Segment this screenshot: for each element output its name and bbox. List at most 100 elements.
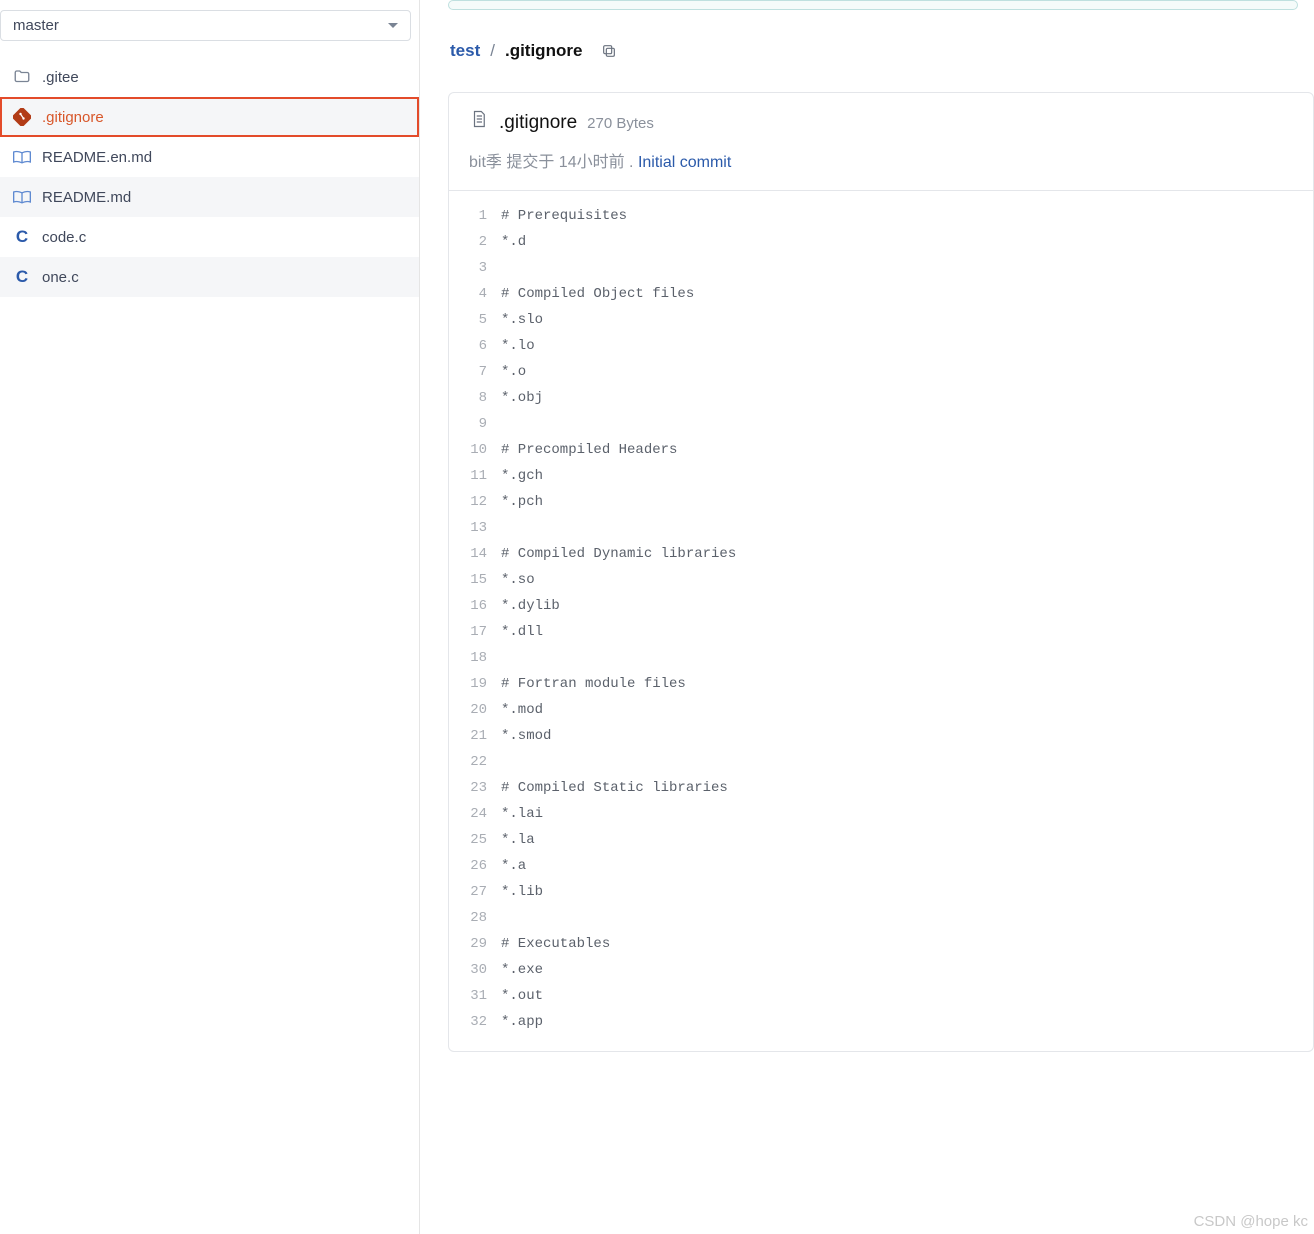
line-number: 16 — [449, 593, 487, 619]
line-number: 21 — [449, 723, 487, 749]
code-line: *.dylib — [501, 593, 1313, 619]
line-number: 20 — [449, 697, 487, 723]
line-number: 8 — [449, 385, 487, 411]
breadcrumb: test / .gitignore — [450, 38, 1314, 64]
line-number: 32 — [449, 1009, 487, 1035]
code-line — [501, 905, 1313, 931]
book-icon — [12, 147, 32, 167]
code-line: # Compiled Static libraries — [501, 775, 1313, 801]
code-line: *.dll — [501, 619, 1313, 645]
line-number: 1 — [449, 203, 487, 229]
line-number: 30 — [449, 957, 487, 983]
file-view-box: .gitignore 270 Bytes bit季 提交于 14小时前 . In… — [448, 92, 1314, 1052]
line-number: 24 — [449, 801, 487, 827]
line-number: 18 — [449, 645, 487, 671]
file-item-label: .gitignore — [42, 109, 104, 126]
line-number: 7 — [449, 359, 487, 385]
line-number: 11 — [449, 463, 487, 489]
code-line — [501, 255, 1313, 281]
code-content[interactable]: # Prerequisites*.d # Compiled Object fil… — [501, 203, 1313, 1035]
commit-author: bit季 — [469, 154, 502, 171]
line-number: 25 — [449, 827, 487, 853]
code-line: # Fortran module files — [501, 671, 1313, 697]
folder-icon — [12, 67, 32, 87]
code-line: # Prerequisites — [501, 203, 1313, 229]
file-item-one-c[interactable]: C one.c — [0, 257, 419, 297]
file-icon — [469, 109, 489, 129]
code-line: # Compiled Object files — [501, 281, 1313, 307]
code-line: *.o — [501, 359, 1313, 385]
file-item-label: README.en.md — [42, 149, 152, 166]
line-number: 15 — [449, 567, 487, 593]
code-line — [501, 749, 1313, 775]
code-line: *.out — [501, 983, 1313, 1009]
code-viewer: 1234567891011121314151617181920212223242… — [449, 191, 1313, 1051]
file-item-label: README.md — [42, 189, 131, 206]
code-line: *.a — [501, 853, 1313, 879]
breadcrumb-sep: / — [490, 41, 495, 61]
line-number: 2 — [449, 229, 487, 255]
file-item-gitee[interactable]: .gitee — [0, 57, 419, 97]
line-number: 10 — [449, 437, 487, 463]
c-file-icon: C — [12, 267, 32, 287]
file-item-label: code.c — [42, 229, 86, 246]
code-line — [501, 515, 1313, 541]
file-item-gitignore[interactable]: .gitignore — [0, 97, 419, 137]
file-item-label: .gitee — [42, 69, 79, 86]
branch-name: master — [13, 17, 59, 34]
code-line: *.exe — [501, 957, 1313, 983]
line-number: 27 — [449, 879, 487, 905]
code-line: *.lib — [501, 879, 1313, 905]
line-number: 26 — [449, 853, 487, 879]
line-number: 29 — [449, 931, 487, 957]
line-number: 14 — [449, 541, 487, 567]
watermark: CSDN @hope kc — [1194, 1213, 1308, 1230]
code-line: *.mod — [501, 697, 1313, 723]
copy-path-button[interactable] — [596, 38, 622, 64]
line-number: 6 — [449, 333, 487, 359]
file-item-readme-en[interactable]: README.en.md — [0, 137, 419, 177]
file-view-header: .gitignore 270 Bytes — [449, 93, 1313, 142]
file-list: .gitee .gitignore README.en.md README.md — [0, 57, 419, 297]
commit-message-link[interactable]: Initial commit — [638, 154, 731, 171]
content-panel: test / .gitignore .gitignore 270 Bytes b… — [420, 0, 1314, 1234]
branch-selector[interactable]: master — [0, 10, 411, 41]
breadcrumb-current: .gitignore — [505, 41, 582, 61]
code-line: # Compiled Dynamic libraries — [501, 541, 1313, 567]
code-line — [501, 411, 1313, 437]
code-line: *.d — [501, 229, 1313, 255]
code-line: *.obj — [501, 385, 1313, 411]
code-line: # Precompiled Headers — [501, 437, 1313, 463]
file-item-label: one.c — [42, 269, 79, 286]
code-line: *.pch — [501, 489, 1313, 515]
commit-time: 提交于 14小时前 . — [506, 154, 633, 171]
info-banner — [448, 0, 1298, 10]
code-line: *.lai — [501, 801, 1313, 827]
file-item-code-c[interactable]: C code.c — [0, 217, 419, 257]
line-number: 23 — [449, 775, 487, 801]
file-tree-panel: master .gitee .gitignore README.en — [0, 0, 420, 1234]
line-number: 3 — [449, 255, 487, 281]
line-number: 4 — [449, 281, 487, 307]
book-icon — [12, 187, 32, 207]
commit-info: bit季 提交于 14小时前 . Initial commit — [449, 142, 1313, 191]
line-number: 31 — [449, 983, 487, 1009]
code-line: *.so — [501, 567, 1313, 593]
file-name: .gitignore — [499, 112, 577, 134]
line-number: 22 — [449, 749, 487, 775]
line-number: 19 — [449, 671, 487, 697]
line-number: 17 — [449, 619, 487, 645]
c-file-icon: C — [12, 227, 32, 247]
git-icon — [12, 107, 32, 127]
line-number: 13 — [449, 515, 487, 541]
file-item-readme[interactable]: README.md — [0, 177, 419, 217]
code-line: # Executables — [501, 931, 1313, 957]
code-line: *.app — [501, 1009, 1313, 1035]
chevron-down-icon — [388, 23, 398, 28]
breadcrumb-root[interactable]: test — [450, 41, 480, 61]
code-line: *.gch — [501, 463, 1313, 489]
line-number: 12 — [449, 489, 487, 515]
code-line — [501, 645, 1313, 671]
code-line: *.lo — [501, 333, 1313, 359]
file-size: 270 Bytes — [587, 115, 654, 132]
